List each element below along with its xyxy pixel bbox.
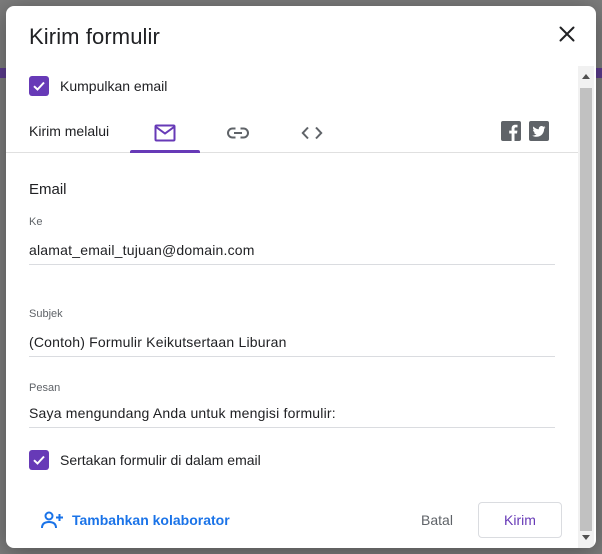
tab-embed[interactable] [277, 114, 347, 152]
collect-email-label: Kumpulkan email [60, 78, 168, 94]
share-twitter-button[interactable] [529, 121, 549, 141]
dialog-footer: Tambahkan kolaborator Batal Kirim [6, 491, 578, 548]
close-button[interactable] [554, 21, 580, 47]
scroll-up-arrow-icon[interactable] [582, 74, 590, 79]
collect-email-row: Kumpulkan email [29, 76, 167, 96]
checkmark-icon [33, 455, 45, 465]
include-form-row: Sertakan formulir di dalam email [29, 450, 261, 470]
email-section-title: Email [29, 181, 67, 198]
share-facebook-button[interactable] [501, 121, 521, 141]
to-label: Ke [29, 216, 43, 228]
twitter-icon [532, 126, 546, 137]
message-label: Pesan [29, 382, 61, 394]
include-form-label: Sertakan formulir di dalam email [60, 452, 261, 468]
message-field[interactable]: Saya mengundang Anda untuk mengisi formu… [29, 398, 555, 428]
mail-icon [154, 124, 176, 142]
checkmark-icon [33, 81, 45, 91]
tab-email[interactable] [130, 114, 200, 153]
add-collaborator-label: Tambahkan kolaborator [72, 512, 230, 528]
include-form-checkbox[interactable] [29, 450, 49, 470]
embed-code-icon [301, 126, 323, 140]
cancel-button[interactable]: Batal [408, 502, 466, 538]
subject-field[interactable]: (Contoh) Formulir Keikutsertaan Liburan [29, 327, 555, 357]
subject-label: Subjek [29, 308, 63, 320]
email-form-content: Email Ke alamat_email_tujuan@domain.com … [6, 153, 578, 488]
send-form-dialog: Kirim formulir Kumpulkan email Kirim mel… [6, 6, 596, 548]
scrollbar[interactable] [578, 66, 594, 548]
scroll-down-arrow-icon[interactable] [582, 535, 590, 540]
send-via-tabs: Kirim melalui [6, 114, 578, 153]
tab-link[interactable] [203, 114, 273, 152]
facebook-icon [509, 124, 518, 141]
link-icon [227, 127, 249, 139]
scrollbar-thumb[interactable] [580, 88, 592, 531]
add-collaborator-button[interactable]: Tambahkan kolaborator [40, 511, 230, 529]
collect-email-checkbox[interactable] [29, 76, 49, 96]
to-field[interactable]: alamat_email_tujuan@domain.com [29, 235, 555, 265]
add-person-icon [41, 511, 63, 529]
close-icon [559, 26, 575, 42]
send-button[interactable]: Kirim [478, 502, 562, 538]
send-via-label: Kirim melalui [29, 123, 110, 139]
dialog-title: Kirim formulir [29, 24, 160, 49]
